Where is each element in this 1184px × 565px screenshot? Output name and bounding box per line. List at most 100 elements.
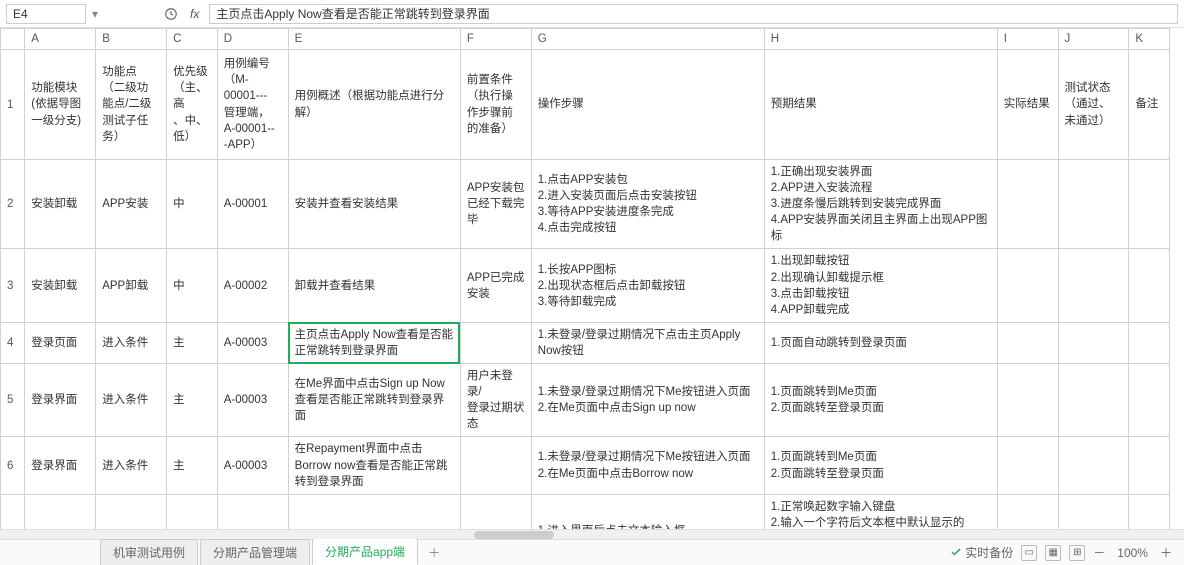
cell-A4[interactable]: 登录页面 (25, 322, 96, 363)
fx-label[interactable]: fx (190, 7, 199, 21)
cell-D1[interactable]: 用例编号 （M- 00001--- 管理端， A-00001-- -APP） (217, 50, 288, 160)
row-header-4[interactable]: 4 (1, 322, 25, 363)
column-header-K[interactable]: K (1129, 29, 1170, 50)
cell-A2[interactable]: 安装卸载 (25, 160, 96, 249)
cell-C4[interactable]: 主 (167, 322, 218, 363)
cell-C5[interactable]: 主 (167, 364, 218, 437)
cell-B1[interactable]: 功能点 （二级功 能点/二级 测试子任 务） (96, 50, 167, 160)
cell-I1[interactable]: 实际结果 (997, 50, 1058, 160)
cell-B7[interactable]: 手机号文本 框 (96, 494, 167, 529)
row-header-6[interactable]: 6 (1, 437, 25, 494)
cell-J2[interactable] (1058, 160, 1129, 249)
column-header-I[interactable]: I (997, 29, 1058, 50)
sheet-tab-0[interactable]: 机审测试用例 (100, 539, 198, 565)
cell-I2[interactable] (997, 160, 1058, 249)
column-header-H[interactable]: H (764, 29, 997, 50)
cell-C3[interactable]: 中 (167, 249, 218, 322)
scrollbar-thumb[interactable] (474, 531, 554, 539)
grid-area[interactable]: ABCDEFGHIJK1功能模块 (依据导图 一级分支)功能点 （二级功 能点/… (0, 28, 1184, 529)
cell-H4[interactable]: 1.页面自动跳转到登录页面 (764, 322, 997, 363)
cell-H2[interactable]: 1.正确出现安装界面 2.APP进入安装流程 3.进度条慢后跳转到安装完成界面 … (764, 160, 997, 249)
cell-H5[interactable]: 1.页面跳转到Me页面 2.页面跳转至登录页面 (764, 364, 997, 437)
cell-H6[interactable]: 1.页面跳转到Me页面 2.页面跳转至登录页面 (764, 437, 997, 494)
horizontal-scrollbar[interactable] (0, 529, 1184, 539)
cell-H7[interactable]: 1.正常唤起数字输入键盘 2.输入一个字符后文本框中默认显示的 Enter yo… (764, 494, 997, 529)
cell-E1[interactable]: 用例概述（根据功能点进行分解） (288, 50, 460, 160)
row-header-1[interactable]: 1 (1, 50, 25, 160)
cell-K1[interactable]: 备注 (1129, 50, 1170, 160)
cell-H3[interactable]: 1.出现卸载按钮 2.出现确认卸载提示框 3.点击卸载按钮 4.APP卸载完成 (764, 249, 997, 322)
zoom-in-icon[interactable]: ＋ (1160, 544, 1172, 561)
cell-F4[interactable] (460, 322, 531, 363)
cell-H1[interactable]: 预期结果 (764, 50, 997, 160)
row-header-5[interactable]: 5 (1, 364, 25, 437)
cell-C6[interactable]: 主 (167, 437, 218, 494)
cell-D6[interactable]: A-00003 (217, 437, 288, 494)
cell-A6[interactable]: 登录界面 (25, 437, 96, 494)
cell-I3[interactable] (997, 249, 1058, 322)
cell-F6[interactable] (460, 437, 531, 494)
cell-G3[interactable]: 1.长按APP图标 2.出现状态框后点击卸载按钮 3.等待卸载完成 (531, 249, 764, 322)
zoom-out-icon[interactable]: － (1093, 544, 1105, 561)
cell-A3[interactable]: 安装卸载 (25, 249, 96, 322)
history-icon[interactable] (162, 5, 180, 23)
cell-C1[interactable]: 优先级 （主、高 、中、 低） (167, 50, 218, 160)
cell-B2[interactable]: APP安装 (96, 160, 167, 249)
cell-B5[interactable]: 进入条件 (96, 364, 167, 437)
cell-A7[interactable]: 登录界面 (25, 494, 96, 529)
cell-A1[interactable]: 功能模块 (依据导图 一级分支) (25, 50, 96, 160)
cell-I4[interactable] (997, 322, 1058, 363)
view-grid-icon[interactable]: ▦ (1045, 545, 1061, 561)
sheet-tab-1[interactable]: 分期产品管理端 (200, 539, 310, 565)
name-box-dropdown-icon[interactable]: ▾ (92, 7, 106, 21)
cell-G6[interactable]: 1.未登录/登录过期情况下Me按钮进入页面 2.在Me页面中点击Borrow n… (531, 437, 764, 494)
cell-D3[interactable]: A-00002 (217, 249, 288, 322)
spreadsheet-grid[interactable]: ABCDEFGHIJK1功能模块 (依据导图 一级分支)功能点 （二级功 能点/… (0, 28, 1170, 529)
formula-bar[interactable]: 主页点击Apply Now查看是否能正常跳转到登录界面 (209, 4, 1178, 24)
cell-G4[interactable]: 1.未登录/登录过期情况下点击主页Apply Now按钮 (531, 322, 764, 363)
column-header-G[interactable]: G (531, 29, 764, 50)
cell-B4[interactable]: 进入条件 (96, 322, 167, 363)
cell-E6[interactable]: 在Repayment界面中点击Borrow now查看是否能正常跳转到登录界面 (288, 437, 460, 494)
cell-J4[interactable] (1058, 322, 1129, 363)
cell-D5[interactable]: A-00003 (217, 364, 288, 437)
column-header-A[interactable]: A (25, 29, 96, 50)
cell-K4[interactable] (1129, 322, 1170, 363)
sheet-tab-2[interactable]: 分期产品app端 (312, 538, 418, 565)
cell-F2[interactable]: APP安装包 已经下载完 毕 (460, 160, 531, 249)
cell-D7[interactable]: A-00004 (217, 494, 288, 529)
cell-D2[interactable]: A-00001 (217, 160, 288, 249)
cell-J5[interactable] (1058, 364, 1129, 437)
cell-J1[interactable]: 测试状态 （通过、 未通过） (1058, 50, 1129, 160)
cell-C2[interactable]: 中 (167, 160, 218, 249)
cell-G1[interactable]: 操作步骤 (531, 50, 764, 160)
cell-G5[interactable]: 1.未登录/登录过期情况下Me按钮进入页面 2.在Me页面中点击Sign up … (531, 364, 764, 437)
cell-E5[interactable]: 在Me界面中点击Sign up Now查看是否能正常跳转到登录界面 (288, 364, 460, 437)
column-header-F[interactable]: F (460, 29, 531, 50)
cell-F7[interactable]: 文本框中没 有字符 (460, 494, 531, 529)
name-box[interactable]: E4 (6, 4, 86, 24)
column-header-E[interactable]: E (288, 29, 460, 50)
cell-F5[interactable]: 用户未登录/ 登录过期状 态 (460, 364, 531, 437)
add-sheet-button[interactable]: ＋ (420, 540, 448, 565)
cell-B6[interactable]: 进入条件 (96, 437, 167, 494)
cell-G2[interactable]: 1.点击APP安装包 2.进入安装页面后点击安装按钮 3.等待APP安装进度条完… (531, 160, 764, 249)
cell-I7[interactable] (997, 494, 1058, 529)
column-header-B[interactable]: B (96, 29, 167, 50)
cell-K5[interactable] (1129, 364, 1170, 437)
cell-E3[interactable]: 卸载并查看结果 (288, 249, 460, 322)
cell-F1[interactable]: 前置条件 （执行操 作步骤前 的准备） (460, 50, 531, 160)
cell-I6[interactable] (997, 437, 1058, 494)
cell-E2[interactable]: 安装并查看安装结果 (288, 160, 460, 249)
cell-K6[interactable] (1129, 437, 1170, 494)
zoom-level[interactable]: 100% (1113, 546, 1152, 560)
column-header-D[interactable]: D (217, 29, 288, 50)
cell-G7[interactable]: 1.进入界面后点击文本输入框 2.在唤起键盘内输入号码 3.点击完成或屏幕其他地… (531, 494, 764, 529)
cell-C7[interactable]: 中 (167, 494, 218, 529)
column-header-J[interactable]: J (1058, 29, 1129, 50)
cell-E7[interactable]: 输入手机号后输入框是否能正常显示 (288, 494, 460, 529)
cell-E4[interactable]: 主页点击Apply Now查看是否能正常跳转到登录界面 (288, 322, 460, 363)
select-all-corner[interactable] (1, 29, 25, 50)
cell-I5[interactable] (997, 364, 1058, 437)
cell-J6[interactable] (1058, 437, 1129, 494)
